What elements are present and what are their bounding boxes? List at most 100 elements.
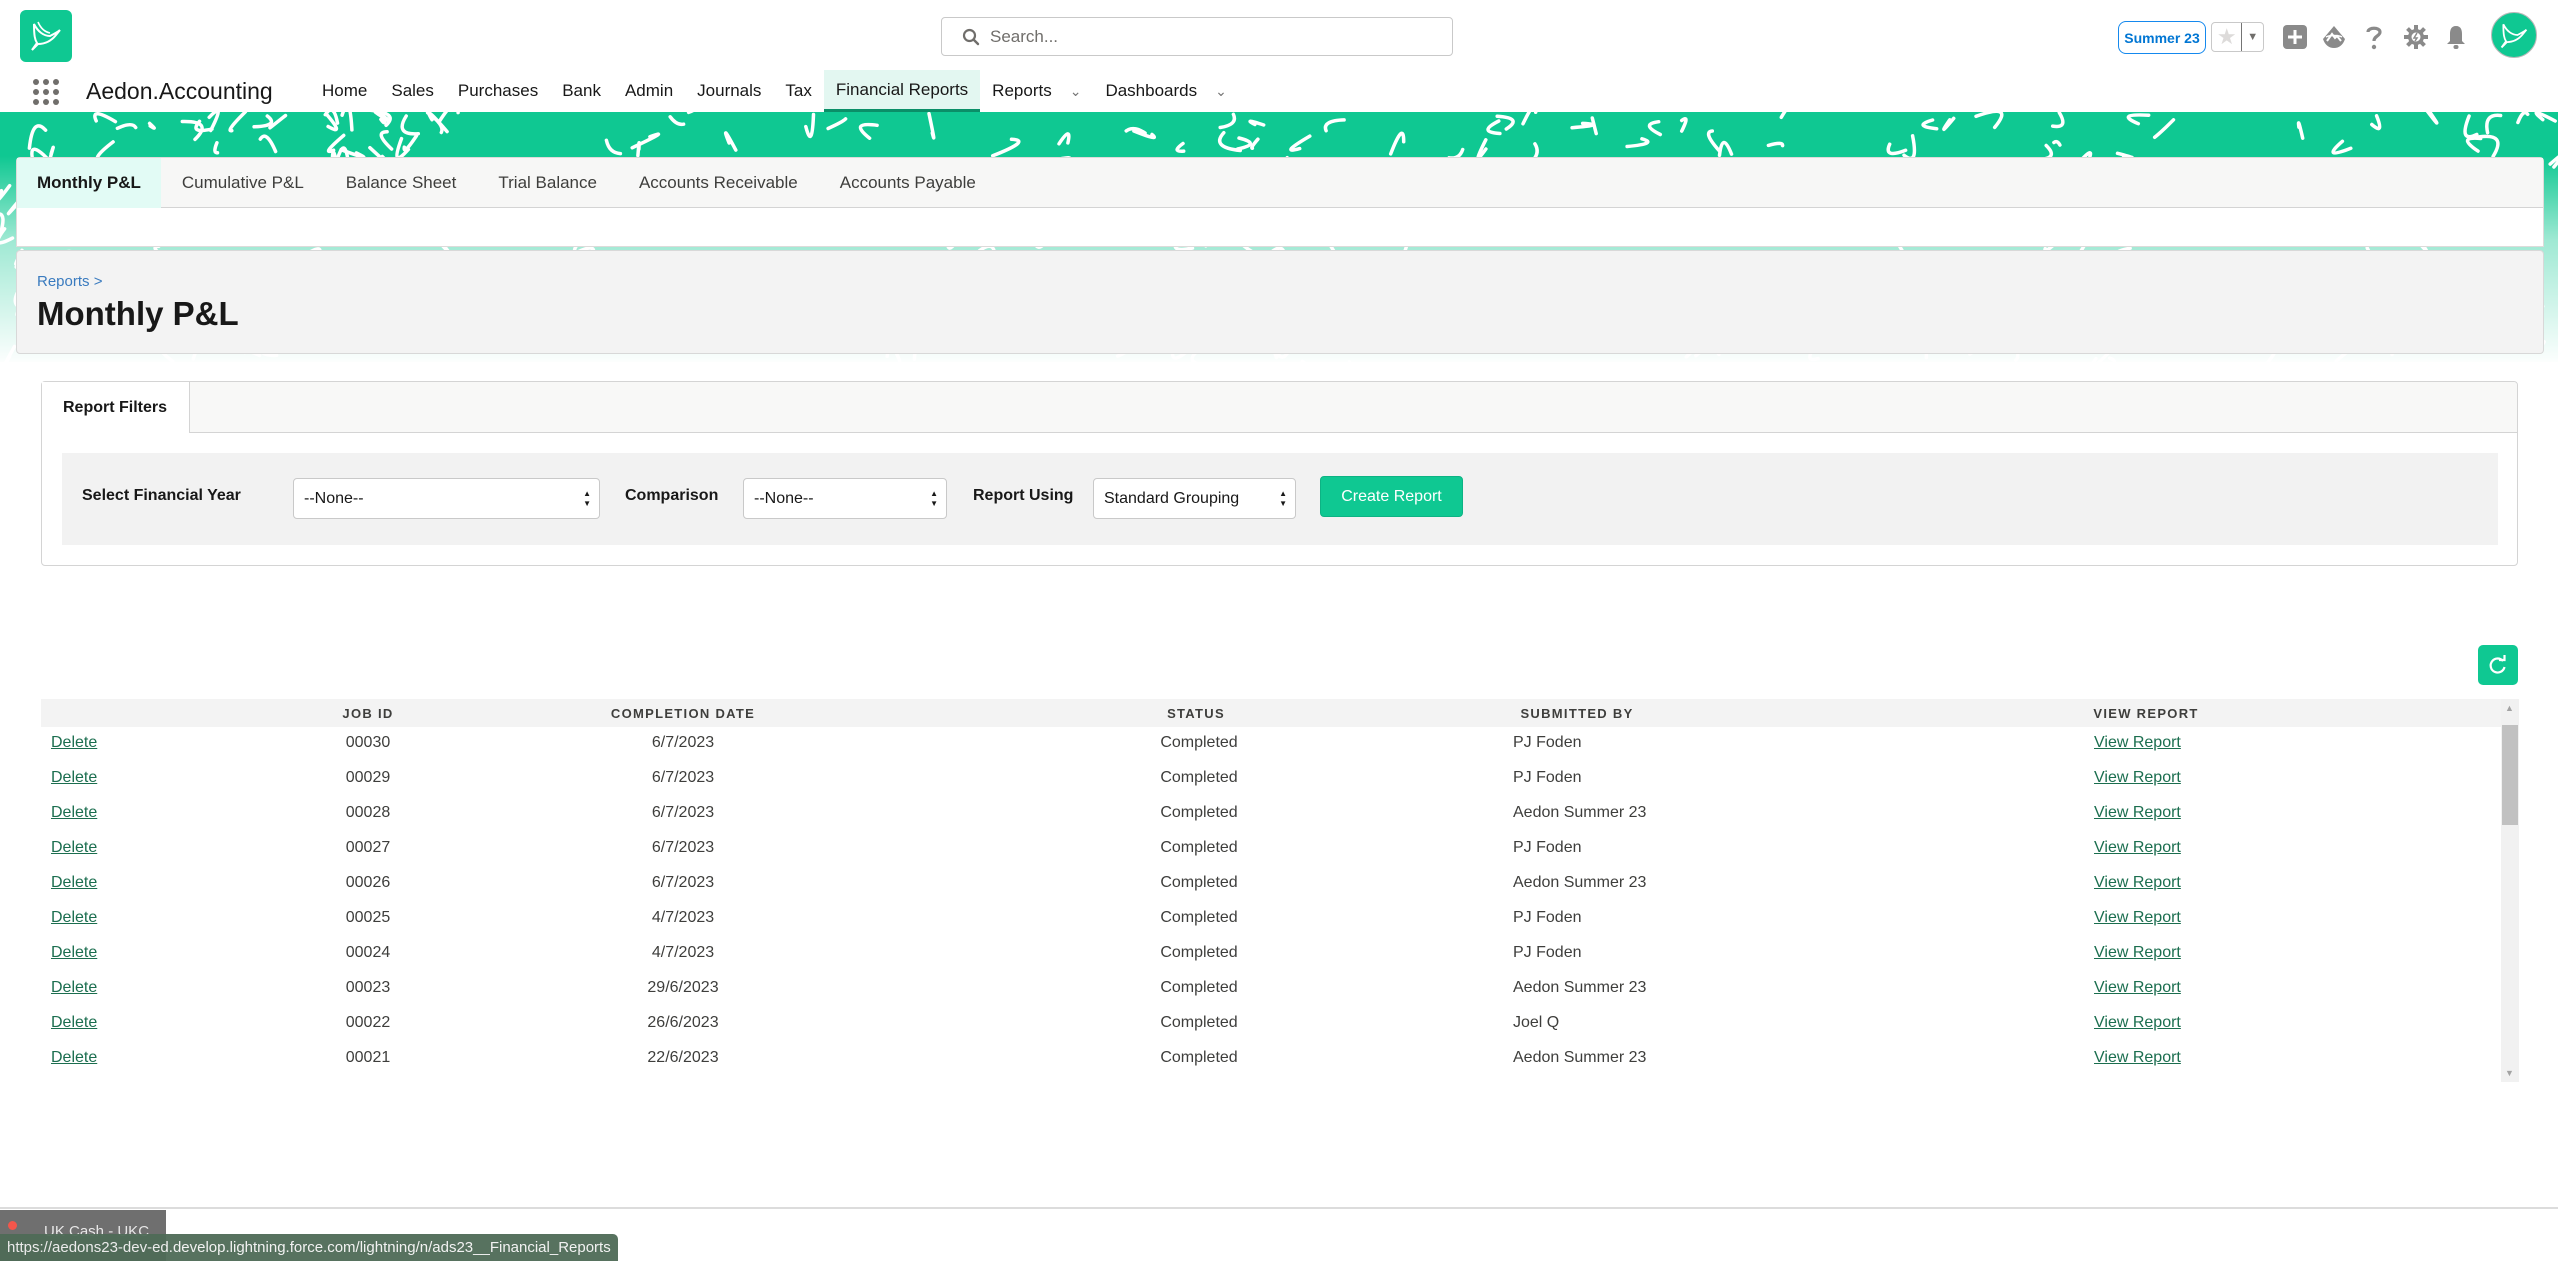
tab-monthly-pl[interactable]: Monthly P&L [17, 158, 161, 208]
comparison-select[interactable]: --None-- ▲ ▼ [743, 478, 947, 519]
scroll-up-icon[interactable]: ▲ [2505, 703, 2514, 713]
app-launcher-icon[interactable] [30, 76, 60, 106]
status-cell: Completed [1160, 804, 1238, 821]
search-input[interactable] [990, 26, 1430, 47]
tab-trial-balance[interactable]: Trial Balance [477, 158, 618, 208]
view-report-link[interactable]: View Report [2094, 1014, 2181, 1032]
banner-squiggle [1250, 137, 1260, 150]
submitted-by-cell: Joel Q [1513, 1014, 1560, 1031]
tab-accounts-payable[interactable]: Accounts Payable [819, 158, 997, 208]
tab-report-filters[interactable]: Report Filters [42, 382, 190, 433]
tab-accounts-receivable[interactable]: Accounts Receivable [618, 158, 819, 208]
nav-item-label: Financial Reports [835, 79, 969, 99]
chevron-down-icon[interactable]: ⌄ [1215, 83, 1227, 100]
refresh-button[interactable] [2478, 645, 2518, 685]
nav-item-reports[interactable]: Reports ⌄ [980, 70, 1093, 112]
nav-item-tax[interactable]: Tax [773, 70, 823, 112]
global-search[interactable] [941, 17, 1453, 56]
delete-link[interactable]: Delete [51, 1049, 97, 1067]
financial-year-select[interactable]: --None-- ▲ ▼ [293, 478, 600, 519]
table-scrollbar[interactable]: ▲ ▼ [2501, 699, 2519, 1082]
banner-squiggle [115, 122, 138, 131]
banner-squiggle [604, 138, 623, 156]
nav-item-financial-reports[interactable]: Financial Reports [823, 70, 981, 112]
notifications-bell-icon[interactable] [2441, 22, 2471, 52]
view-report-link[interactable]: View Report [2094, 1049, 2181, 1067]
banner-squiggle [2516, 112, 2530, 125]
view-report-link[interactable]: View Report [2094, 979, 2181, 997]
banner-squiggle [147, 121, 156, 130]
table-row: Delete 00027 6/7/2023 Completed PJ Foden View… [41, 832, 2501, 867]
delete-link[interactable]: Delete [51, 734, 97, 752]
view-report-link[interactable]: View Report [2094, 839, 2181, 857]
banner-squiggle [27, 124, 48, 150]
org-badge[interactable]: Summer 23 [2118, 21, 2206, 54]
banner-squiggle [990, 137, 1021, 158]
create-report-button[interactable]: Create Report [1320, 476, 1463, 517]
user-avatar-icon[interactable] [2491, 12, 2537, 58]
nav-item-label: Bank [562, 81, 601, 100]
nav-item-admin[interactable]: Admin [613, 70, 685, 112]
tab-cumulative-pl[interactable]: Cumulative P&L [161, 158, 325, 208]
filter-tab-bar: Report Filters [42, 382, 2517, 433]
submitted-by-cell: Aedon Summer 23 [1513, 979, 1647, 996]
status-cell: Completed [1160, 1049, 1238, 1066]
banner-squiggle [1717, 140, 1734, 158]
table-row: Delete 00023 29/6/2023 Completed Aedon Summe… [41, 972, 2501, 1007]
view-report-link[interactable]: View Report [2094, 769, 2181, 787]
filter-row: Select Financial Year --None-- ▲ ▼ Compar… [62, 453, 2498, 545]
status-cell: Completed [1160, 979, 1238, 996]
scroll-down-icon[interactable]: ▼ [2505, 1068, 2514, 1078]
breadcrumb[interactable]: Reports > [37, 273, 102, 290]
column-header-view-report: VIEW REPORT [2093, 706, 2199, 721]
banner-squiggle [826, 117, 848, 131]
favorite-star-icon[interactable]: ★ [2212, 23, 2241, 51]
favorites-dropdown-icon[interactable]: ▼ [2241, 23, 2263, 51]
favorites-group: ★ ▼ [2211, 22, 2264, 52]
chevron-down-icon[interactable]: ⌄ [1070, 83, 1082, 100]
nav-item-journals[interactable]: Journals [685, 70, 773, 112]
nav-item-purchases[interactable]: Purchases [446, 70, 550, 112]
delete-link[interactable]: Delete [51, 769, 97, 787]
delete-link[interactable]: Delete [51, 979, 97, 997]
view-report-link[interactable]: View Report [2094, 944, 2181, 962]
nav-item-dashboards[interactable]: Dashboards ⌄ [1093, 70, 1238, 112]
trailhead-icon[interactable] [2319, 22, 2349, 52]
setup-gear-icon[interactable] [2401, 22, 2431, 52]
banner-squiggle [2296, 121, 2305, 140]
completion-date-cell: 6/7/2023 [651, 734, 715, 751]
submitted-by-cell: PJ Foden [1513, 944, 1582, 961]
job-id-cell: 00023 [345, 979, 391, 996]
hummingbird-logo-icon[interactable] [20, 10, 72, 62]
job-id-cell: 00029 [345, 769, 391, 786]
nav-item-sales[interactable]: Sales [379, 70, 446, 112]
global-header: Summer 23 ★ ▼ [0, 0, 2558, 70]
report-using-select[interactable]: Standard Grouping ▲ ▼ [1093, 478, 1296, 519]
nav-item-home[interactable]: Home [310, 70, 379, 112]
banner-squiggle [1974, 112, 2004, 130]
nav-item-bank[interactable]: Bank [550, 70, 613, 112]
view-report-link[interactable]: View Report [2094, 734, 2181, 752]
select-arrows-icon: ▲ ▼ [930, 489, 938, 508]
table-row: Delete 00026 6/7/2023 Completed Aedon Summer… [41, 867, 2501, 902]
status-cell: Completed [1160, 944, 1238, 961]
view-report-link[interactable]: View Report [2094, 909, 2181, 927]
scrollbar-thumb[interactable] [2502, 725, 2518, 825]
delete-link[interactable]: Delete [51, 944, 97, 962]
banner-squiggle [340, 112, 354, 132]
banner-squiggle [1323, 118, 1346, 133]
delete-link[interactable]: Delete [51, 874, 97, 892]
comparison-label: Comparison [625, 487, 719, 504]
view-report-link[interactable]: View Report [2094, 804, 2181, 822]
delete-link[interactable]: Delete [51, 804, 97, 822]
delete-link[interactable]: Delete [51, 909, 97, 927]
delete-link[interactable]: Delete [51, 839, 97, 857]
search-icon [962, 28, 980, 45]
tab-balance-sheet[interactable]: Balance Sheet [325, 158, 478, 208]
help-icon[interactable] [2359, 22, 2389, 52]
global-actions-plus-icon[interactable] [2280, 22, 2310, 52]
banner-squiggle [2465, 136, 2483, 153]
status-cell: Completed [1160, 839, 1238, 856]
view-report-link[interactable]: View Report [2094, 874, 2181, 892]
delete-link[interactable]: Delete [51, 1014, 97, 1032]
